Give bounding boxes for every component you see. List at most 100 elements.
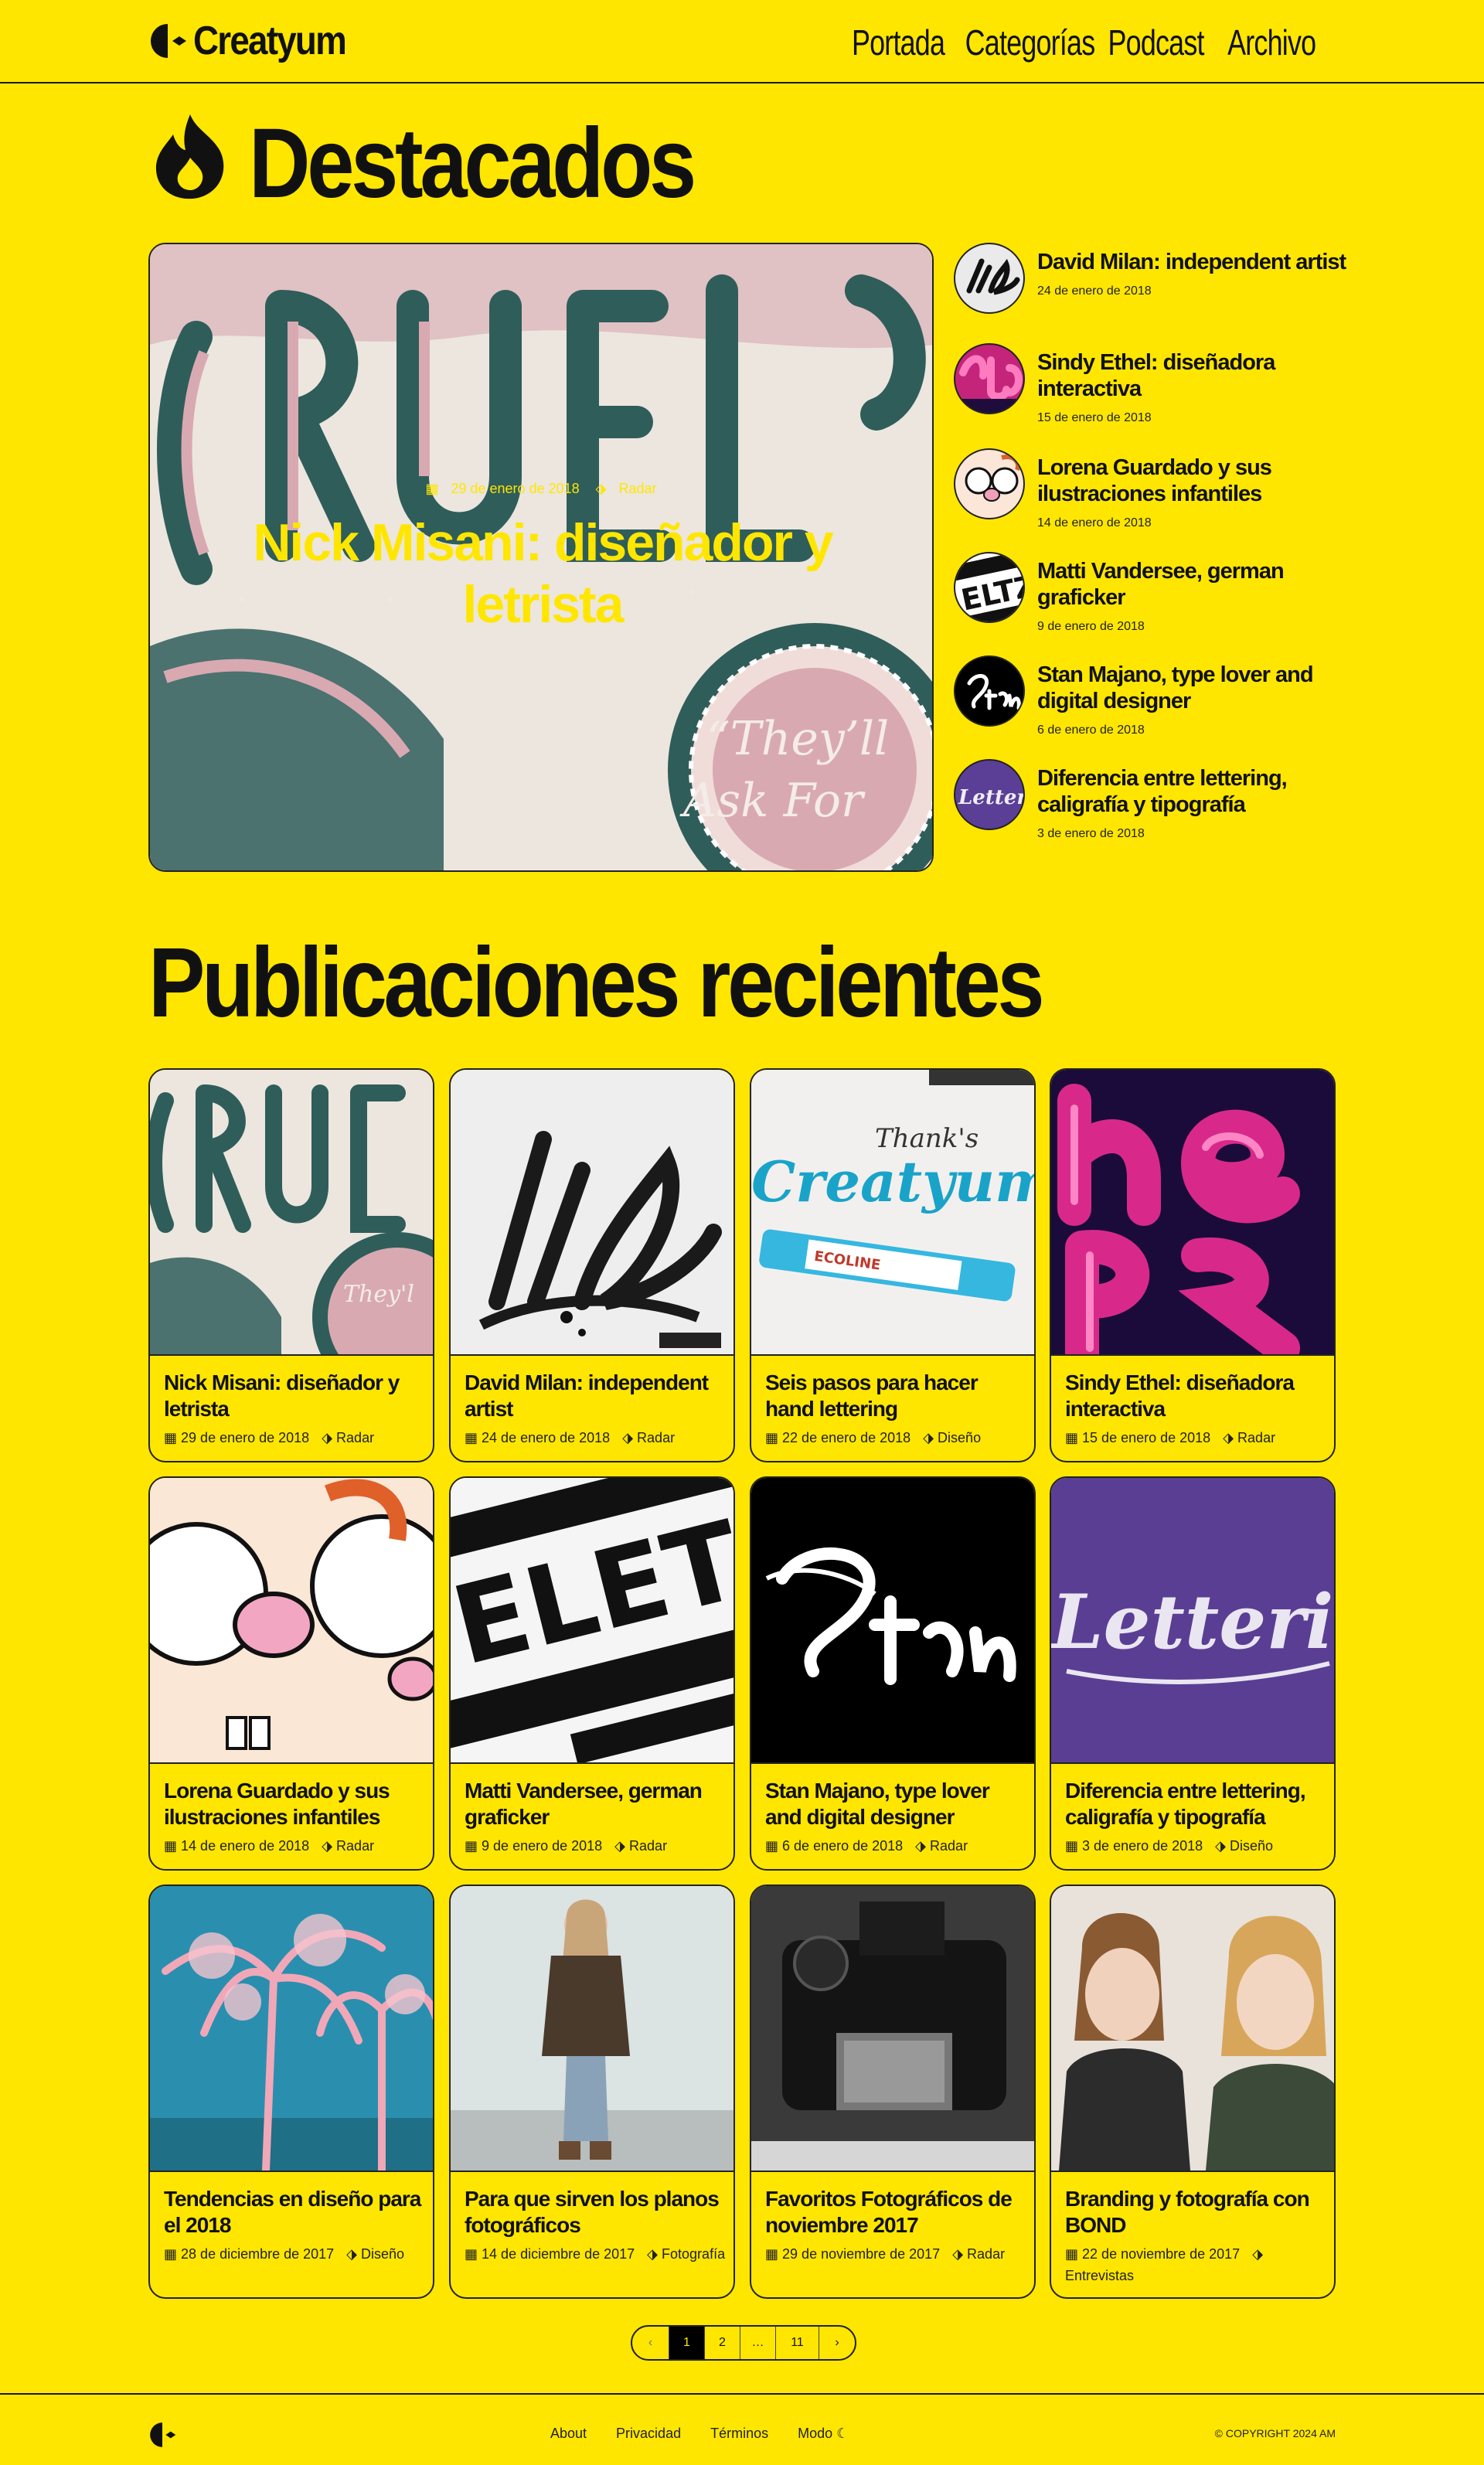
pagination: ‹ 1 2 … 11 › (631, 2325, 856, 2361)
post-image: ELETZ (451, 1478, 733, 1762)
featured-list-title: Sindy Ethel: diseñadora interactiva (1037, 350, 1275, 401)
post-card[interactable]: Para que sirven los planos fotográficos … (449, 1884, 735, 2299)
post-body: Lorena Guardado y sus ilustraciones infa… (150, 1762, 433, 1869)
footer-links: About Privacidad Términos Modo ☾ (550, 2426, 849, 2442)
post-body: Para que sirven los planos fotográficos … (451, 2170, 733, 2297)
post-card[interactable]: Tendencias en diseño para el 2018 ▦ 28 d… (148, 1884, 434, 2299)
footer-logo-icon[interactable] (148, 2421, 176, 2449)
post-card[interactable]: They'l Nick Misani: diseñador y letrista… (148, 1068, 434, 1462)
post-category[interactable]: Radar (967, 2246, 1005, 2262)
featured-list-item[interactable]: David Milan: independent artist 24 de en… (954, 243, 1346, 328)
post-category[interactable]: Fotografía (662, 2246, 725, 2262)
featured-list-title: Diferencia entre lettering, caligrafía y… (1037, 766, 1288, 817)
post-title[interactable]: Nick Misani: diseñador y letrista (164, 1370, 427, 1422)
mode-toggle[interactable]: Modo ☾ (798, 2426, 849, 2442)
site-footer: About Privacidad Términos Modo ☾ © COPYR… (0, 2393, 1484, 2465)
post-card[interactable]: Favoritos Fotográficos de noviembre 2017… (750, 1884, 1036, 2299)
post-date: 14 de enero de 2018 (181, 1838, 310, 1854)
thumbnail: Letterin (954, 759, 1025, 830)
post-card[interactable]: Sindy Ethel: diseñadora interactiva ▦ 15… (1050, 1068, 1336, 1462)
post-card[interactable]: David Milan: independent artist ▦ 24 de … (449, 1068, 735, 1462)
hero-title[interactable]: Nick Misani: diseñador y letrista (243, 512, 842, 635)
hero-category[interactable]: Radar (619, 481, 657, 496)
post-category[interactable]: Diseño (1230, 1838, 1273, 1854)
footer-link-privacidad[interactable]: Privacidad (616, 2426, 681, 2442)
post-category[interactable]: Diseño (361, 2246, 404, 2262)
page-2-button[interactable]: 2 (705, 2327, 740, 2359)
post-category[interactable]: Radar (629, 1838, 667, 1854)
post-title[interactable]: Stan Majano, type lover and digital desi… (765, 1778, 1028, 1830)
flame-icon (155, 114, 224, 199)
logo-text: Creatyum (193, 19, 347, 63)
tag-icon: ⬗ (595, 481, 607, 496)
post-body: Favoritos Fotográficos de noviembre 2017… (751, 2170, 1034, 2297)
nav-link-archivo[interactable]: Archivo (1227, 22, 1316, 63)
post-title[interactable]: Seis pasos para hacer hand lettering (765, 1370, 1028, 1422)
post-card[interactable]: Stan Majano, type lover and digital desi… (750, 1476, 1036, 1871)
post-title[interactable]: Lorena Guardado y sus ilustraciones infa… (164, 1778, 427, 1830)
footer-link-about[interactable]: About (550, 2426, 587, 2442)
nav-link-podcast[interactable]: Podcast (1108, 22, 1205, 63)
featured-list-title: Stan Majano, type lover and digital desi… (1037, 662, 1314, 713)
post-title[interactable]: Branding y fotografía con BOND (1065, 2186, 1328, 2239)
featured-list-item[interactable]: Lorena Guardado y sus ilustraciones infa… (954, 448, 1336, 533)
svg-text:Letterin: Letterin (958, 786, 1025, 809)
post-title[interactable]: Diferencia entre lettering, caligrafía y… (1065, 1778, 1328, 1830)
post-category[interactable]: Radar (930, 1838, 968, 1854)
nav-link-categorias[interactable]: Categorías (965, 22, 1095, 63)
featured-list-item[interactable]: Stan Majano, type lover and digital desi… (954, 655, 1336, 741)
thumbnail (954, 448, 1025, 519)
featured-list-item[interactable]: Sindy Ethel: diseñadora interactiva 15 d… (954, 343, 1336, 428)
calendar-icon: ▦ (465, 2246, 478, 2262)
site-logo[interactable]: Creatyum (148, 17, 366, 65)
page-11-button[interactable]: 11 (776, 2327, 819, 2359)
post-image (451, 1070, 733, 1354)
post-card[interactable]: Letterin Diferencia entre lettering, cal… (1050, 1476, 1336, 1871)
post-title[interactable]: David Milan: independent artist (465, 1370, 727, 1422)
post-category[interactable]: Radar (336, 1430, 374, 1445)
prev-page-button[interactable]: ‹ (632, 2327, 669, 2359)
post-title[interactable]: Sindy Ethel: diseñadora interactiva (1065, 1370, 1328, 1422)
post-title[interactable]: Favoritos Fotográficos de noviembre 2017 (765, 2186, 1028, 2239)
post-category[interactable]: Radar (336, 1838, 374, 1854)
post-date: 29 de noviembre de 2017 (782, 2246, 941, 2262)
footer-link-terminos[interactable]: Términos (710, 2426, 768, 2442)
post-title[interactable]: Para que sirven los planos fotográficos (465, 2186, 727, 2239)
mode-label: Modo (798, 2426, 833, 2441)
post-card[interactable]: Lorena Guardado y sus ilustraciones infa… (148, 1476, 434, 1871)
post-card[interactable]: Branding y fotografía con BOND ▦ 22 de n… (1050, 1884, 1336, 2299)
post-category[interactable]: Radar (637, 1430, 675, 1445)
calendar-icon: ▦ (164, 1430, 178, 1445)
post-title[interactable]: Matti Vandersee, german graficker (465, 1778, 727, 1830)
featured-hero-card[interactable]: “They’ll Ask For ▦ 29 de enero de 2018 ⬗ R… (148, 243, 934, 872)
featured-list-title: David Milan: independent artist (1037, 250, 1346, 274)
post-category[interactable]: Diseño (938, 1430, 981, 1445)
post-meta: ▦ 24 de enero de 2018 ⬗ Radar (465, 1427, 727, 1449)
main-nav: Portada Categorías Podcast Archivo (839, 22, 1328, 63)
post-meta: ▦ 22 de enero de 2018 ⬗ Diseño (765, 1427, 1028, 1449)
post-body: David Milan: independent artist ▦ 24 de … (451, 1354, 733, 1461)
featured-list-date: 3 de enero de 2018 (1037, 827, 1145, 840)
next-page-button[interactable]: › (819, 2327, 855, 2359)
post-category[interactable]: Entrevistas (1065, 2268, 1134, 2283)
post-image (751, 1478, 1034, 1762)
tag-icon: ⬗ (647, 2246, 659, 2262)
featured-list-item[interactable]: Letterin Diferencia entre lettering, cal… (954, 759, 1336, 844)
nav-link-portada[interactable]: Portada (852, 22, 945, 63)
post-meta: ▦ 29 de noviembre de 2017 ⬗ Radar (765, 2243, 1028, 2265)
featured-list-item[interactable]: ELTZ Matti Vandersee, german graficker 9… (954, 552, 1336, 637)
post-title[interactable]: Tendencias en diseño para el 2018 (164, 2186, 427, 2239)
page-1-button[interactable]: 1 (669, 2327, 705, 2359)
thumbnail: ELTZ (954, 552, 1025, 623)
post-meta: ▦ 14 de diciembre de 2017 ⬗ Fotografía (465, 2243, 727, 2265)
calendar-icon: ▦ (765, 1430, 779, 1445)
post-date: 22 de enero de 2018 (782, 1430, 911, 1445)
post-date: 15 de enero de 2018 (1082, 1430, 1211, 1445)
tag-icon: ⬗ (322, 1838, 333, 1854)
copyright: © COPYRIGHT 2024 AM (1214, 2427, 1336, 2439)
calendar-icon: ▦ (1065, 2246, 1079, 2262)
post-card[interactable]: ELETZ Matti Vandersee, german graficker … (449, 1476, 735, 1871)
thumbnail (954, 243, 1025, 314)
post-card[interactable]: Thank's Creatyum ECOLINE Seis pasos para… (750, 1068, 1036, 1462)
post-category[interactable]: Radar (1237, 1430, 1275, 1445)
